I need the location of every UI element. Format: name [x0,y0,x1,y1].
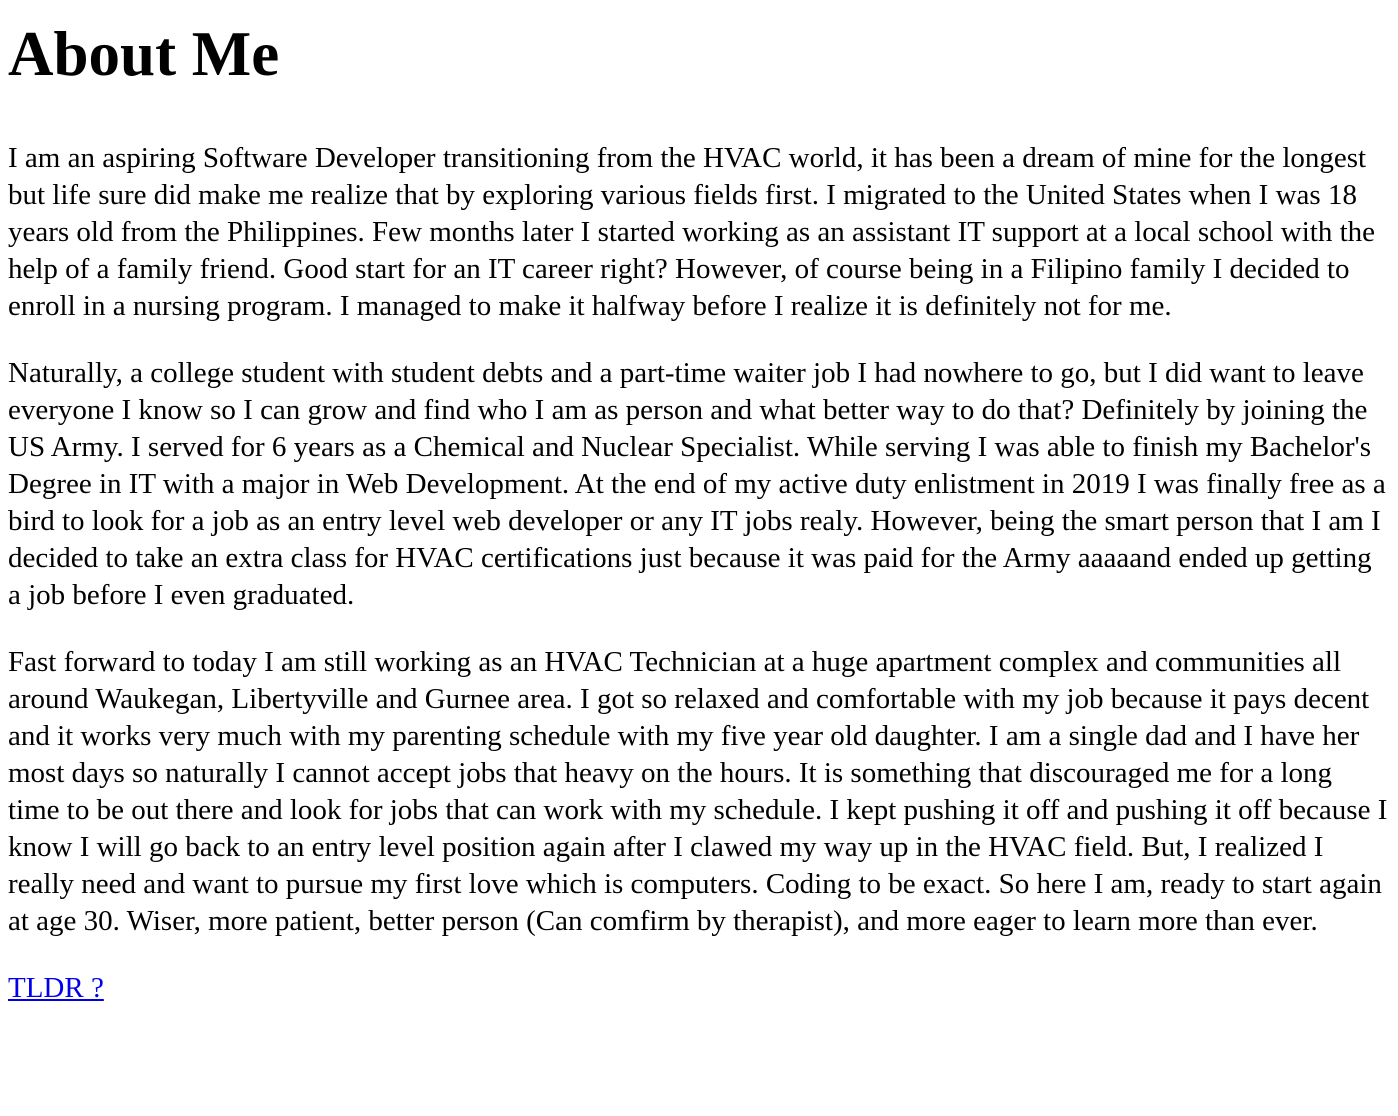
about-paragraph-2: Naturally, a college student with studen… [8,357,1386,612]
tldr-link[interactable]: TLDR ? [8,972,104,1004]
page-title: About Me [8,19,280,89]
about-paragraph-3: Fast forward to today I am still working… [8,646,1388,938]
about-paragraph-1: I am an aspiring Software Developer tran… [8,142,1376,323]
page-content: About Me I am an aspiring Software Devel… [0,18,1398,1007]
